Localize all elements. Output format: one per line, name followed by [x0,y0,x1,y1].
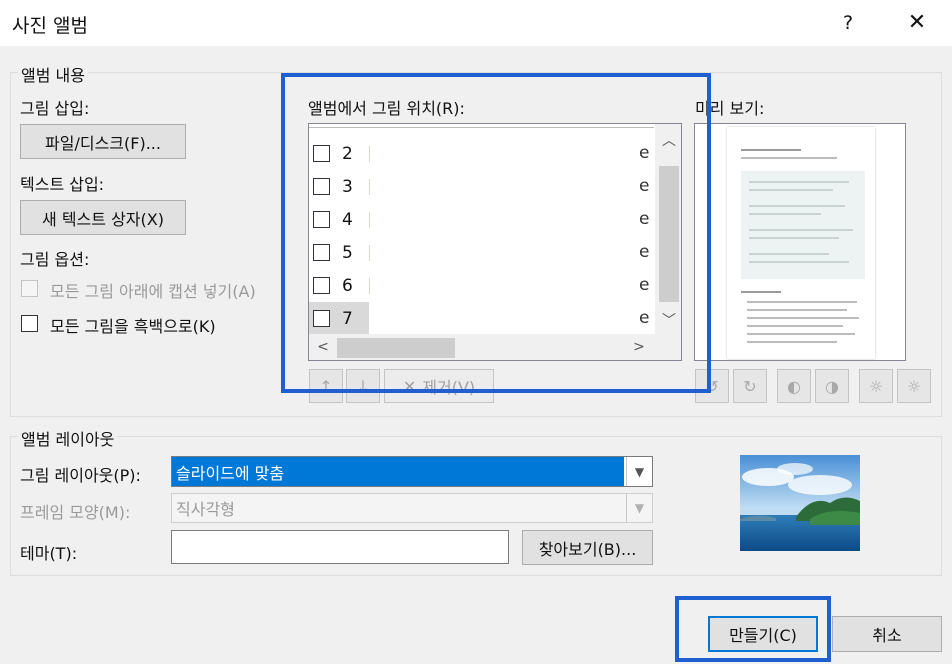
layout-thumbnail-image [740,455,860,551]
frame-shape-label: 프레임 모양(M): [20,503,131,522]
picture-layout-label: 그림 레이아웃(P): [20,466,141,485]
insert-picture-label: 그림 삽입: [20,99,90,118]
album-content-legend: 앨범 내용 [18,62,88,86]
picture-layout-select[interactable]: 슬라이드에 맞춤 ▼ [171,456,653,487]
preview-code-block [741,171,865,279]
browse-button[interactable]: 찾아보기(B)... [522,530,653,565]
theme-label: 테마(T): [20,544,78,563]
preview-pane [694,123,906,361]
contrast-down-icon[interactable]: ◑ [815,369,849,403]
chevron-down-icon[interactable]: ▼ [626,494,652,522]
rotate-right-icon[interactable]: ↻ [733,369,767,403]
captions-checkbox-label: 모든 그림 아래에 캡션 넣기(A) [50,282,256,301]
picture-options-label: 그림 옵션: [20,250,90,269]
frame-shape-select[interactable]: 직사각형 ▼ [171,493,653,523]
captions-checkbox[interactable] [21,280,38,297]
album-layout-legend: 앨범 레이아웃 [18,426,118,450]
close-button[interactable]: ✕ [900,6,934,40]
contrast-up-icon[interactable]: ◐ [777,369,811,403]
theme-input[interactable] [171,530,509,564]
picture-layout-value: 슬라이드에 맞춤 [172,457,624,486]
preview-page [727,127,875,359]
black-white-checkbox-label: 모든 그림을 흑백으로(K) [50,317,216,336]
file-disk-button[interactable]: 파일/디스크(F)... [20,124,186,159]
black-white-checkbox[interactable] [21,315,38,332]
cancel-button[interactable]: 취소 [832,616,942,652]
highlight-box-album-list [281,73,711,393]
insert-text-label: 텍스트 삽입: [20,175,105,194]
brightness-up-icon[interactable]: ☼ [859,369,893,403]
brightness-down-icon[interactable]: ☼ [897,369,931,403]
title-bar [0,0,952,46]
new-textbox-button[interactable]: 새 텍스트 상자(X) [20,200,186,235]
chevron-down-icon[interactable]: ▼ [626,457,652,486]
help-button[interactable]: ? [834,8,862,38]
dialog-title: 사진 앨범 [12,15,88,37]
frame-shape-value: 직사각형 [176,500,235,519]
highlight-box-create-button [675,596,831,662]
